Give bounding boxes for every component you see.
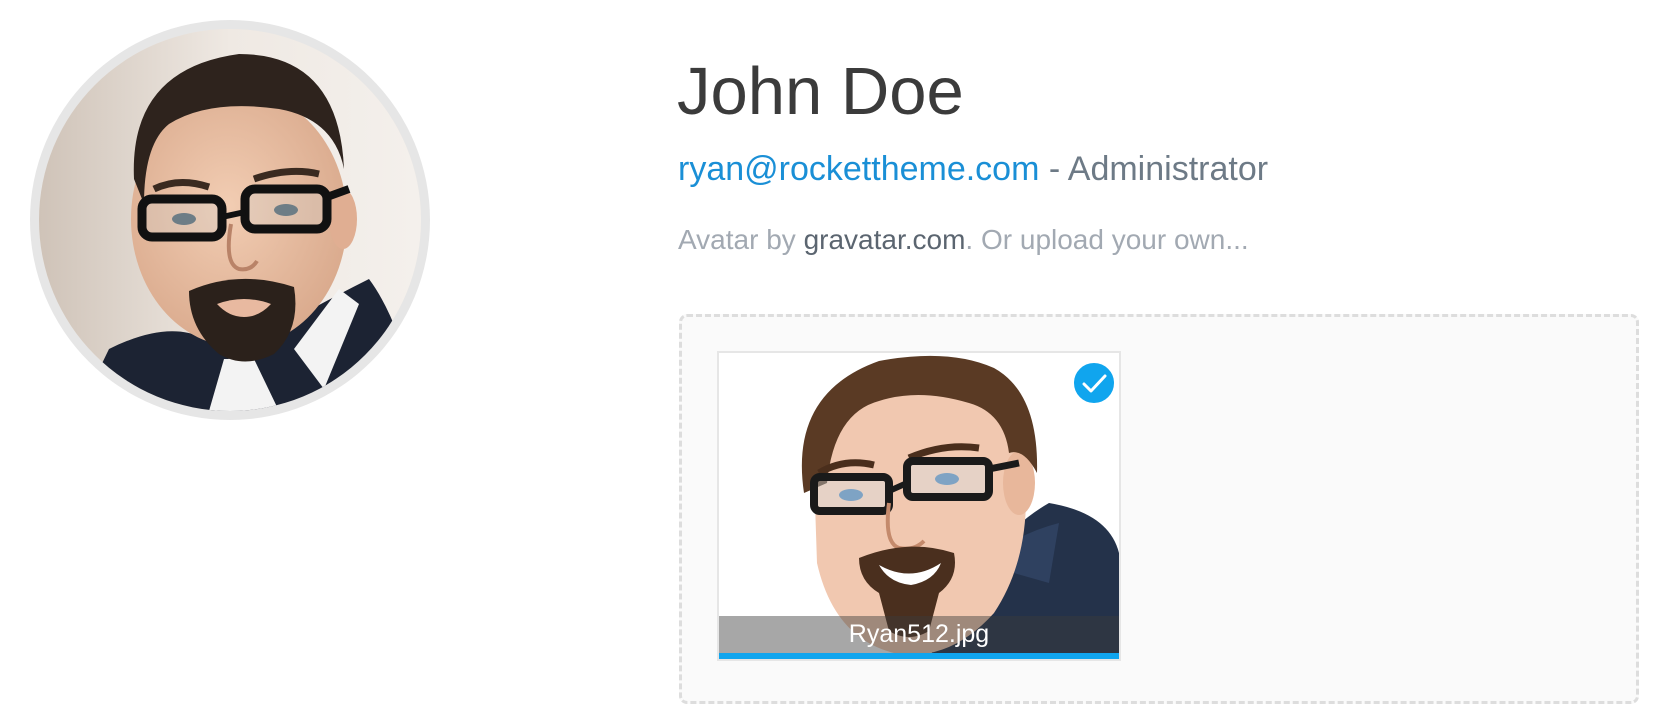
upload-progress-fill — [719, 653, 1119, 659]
user-meta: ryan@rockettheme.com - Administrator — [678, 147, 1268, 191]
user-role: Administrator — [1067, 150, 1269, 188]
upload-own-link[interactable]: Or upload your own... — [981, 224, 1249, 255]
avatar-photo — [39, 29, 421, 411]
user-profile-page: John Doe ryan@rockettheme.com - Administ… — [0, 0, 1670, 722]
avatar-dropzone[interactable]: Ryan512.jpg — [679, 314, 1639, 704]
avatar-note-prefix: Avatar by — [678, 224, 804, 255]
avatar-note-separator: . — [965, 224, 981, 255]
gravatar-link[interactable]: gravatar.com — [804, 224, 966, 255]
file-thumbnail — [719, 353, 1119, 659]
role-separator: - — [1039, 150, 1068, 188]
file-name: Ryan512.jpg — [848, 620, 990, 648]
avatar-note: Avatar by gravatar.com. Or upload your o… — [678, 222, 1249, 258]
user-name: John Doe — [677, 54, 964, 129]
user-email-link[interactable]: ryan@rockettheme.com — [678, 150, 1039, 188]
checkmark-icon — [1072, 361, 1116, 405]
upload-progress-bar — [719, 653, 1119, 659]
profile-avatar — [30, 20, 430, 420]
file-preview[interactable]: Ryan512.jpg — [717, 351, 1121, 661]
